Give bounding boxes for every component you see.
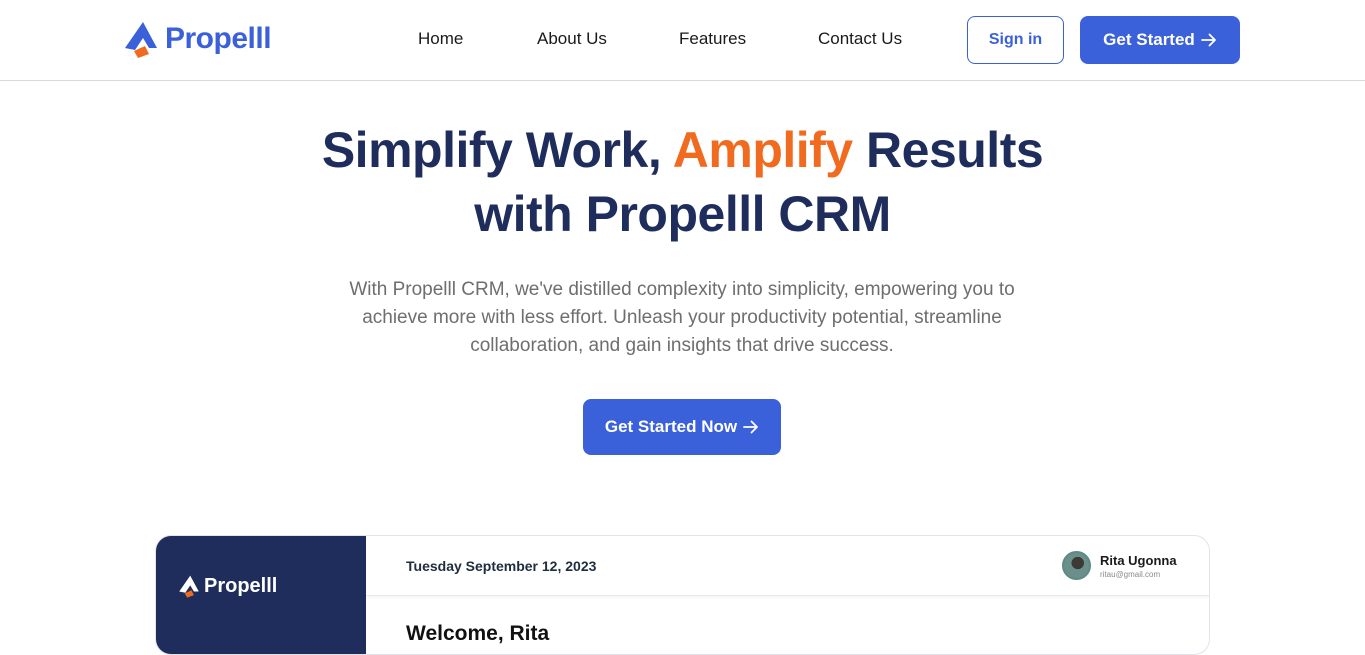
dashboard-brand-name: Propelll: [204, 574, 278, 597]
hero-title-comma: ,: [647, 122, 662, 178]
user-info: Rita Ugonna ritau@gmail.com: [1100, 553, 1177, 579]
nav-link-contact-us[interactable]: Contact Us: [818, 29, 902, 49]
dashboard-user-profile[interactable]: Rita Ugonna ritau@gmail.com: [1062, 551, 1177, 580]
hero-title-part1: Simplify Work: [321, 122, 648, 178]
dashboard-topbar: Tuesday September 12, 2023 Rita Ugonna r…: [366, 536, 1209, 596]
nav-link-home[interactable]: Home: [418, 29, 463, 49]
user-email: ritau@gmail.com: [1100, 569, 1161, 579]
dashboard-date: Tuesday September 12, 2023: [406, 558, 597, 574]
dashboard-preview: Propelll Tuesday September 12, 2023 Rita…: [155, 535, 1210, 655]
arrow-right-icon: [743, 420, 759, 434]
propelll-logo-icon: [179, 575, 199, 598]
dashboard-brand-logo: Propelll: [178, 574, 277, 598]
sign-in-button[interactable]: Sign in: [967, 16, 1064, 64]
dashboard-sidebar: Propelll: [156, 536, 366, 654]
hero-title-line2: with Propelll CRM: [474, 186, 891, 242]
nav-link-about-us[interactable]: About Us: [537, 29, 607, 49]
get-started-label: Get Started: [1103, 30, 1195, 49]
dashboard-welcome-heading: Welcome, Rita: [406, 622, 550, 645]
nav-link-features[interactable]: Features: [679, 29, 746, 49]
avatar: [1062, 551, 1091, 580]
user-name: Rita Ugonna: [1100, 552, 1177, 568]
hero-title-accent: Amplify: [672, 122, 853, 178]
get-started-button[interactable]: Get Started: [1080, 16, 1240, 64]
sign-in-label: Sign in: [988, 31, 1043, 48]
top-navbar: Propelll Home About Us Features Contact …: [0, 0, 1365, 81]
get-started-now-button[interactable]: Get Started Now: [583, 399, 781, 455]
arrow-right-icon: [1200, 33, 1216, 47]
hero-subtitle: With Propelll CRM, we've distilled compl…: [349, 279, 1015, 356]
hero-title: Simplify Work, Amplify Results with Prop…: [0, 118, 1365, 246]
get-started-now-label: Get Started Now: [604, 417, 738, 436]
hero-title-part2: Results: [866, 122, 1044, 178]
